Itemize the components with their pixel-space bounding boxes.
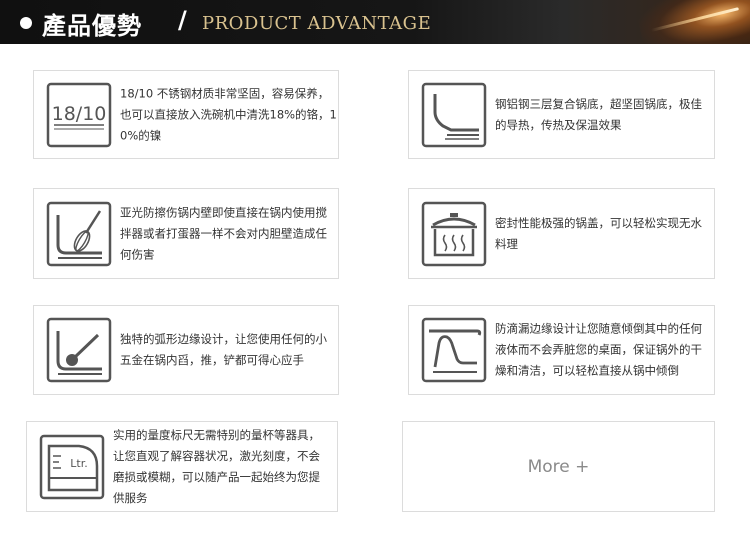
more-button[interactable]: More + xyxy=(402,421,715,512)
header-slash: / xyxy=(178,6,187,34)
header-title-en: PRODUCT ADVANTAGE xyxy=(202,13,432,34)
bullet-dot-icon xyxy=(20,17,32,29)
feature-text: 独特的弧形边缘设计，让您使用任何的小五金在锅内舀，推，铲都可得心应手 xyxy=(120,332,327,367)
whisk-in-pot-icon xyxy=(46,201,112,267)
feature-card-steel: 18/10 18/10 不锈钢材质非常坚固，容易保养，也可以直接放入洗碗机中清洗… xyxy=(33,70,339,159)
feature-text: 实用的量度标尺无需特别的量杯等器具，让您直观了解容器状况，激光刻度，不会磨损或模… xyxy=(113,427,320,505)
feature-card-measuring-scale: Ltr. 实用的量度标尺无需特别的量杯等器具，让您直观了解容器状况，激光刻度，不… xyxy=(26,421,338,512)
feature-text: 18/10 不锈钢材质非常坚固，容易保养，也可以直接放入洗碗机中清洗18%的铬，… xyxy=(120,86,337,142)
feature-card-three-layer-base: 钢铝钢三层复合锅底，超坚固锅底，极佳的导热，传热及保温效果 xyxy=(408,70,715,159)
feature-text: 密封性能极强的锅盖，可以轻松实现无水料理 xyxy=(495,215,702,251)
measuring-scale-icon: Ltr. xyxy=(39,434,105,500)
feature-text: 钢铝钢三层复合锅底，超坚固锅底，极佳的导热，传热及保温效果 xyxy=(495,96,702,132)
feature-card-scratch-resistant: 亚光防擦伤锅内壁即使直接在锅内使用搅拌器或者打蛋器一样不会对内胆壁造成任何伤害 xyxy=(33,188,339,279)
feature-card-drip-free-rim: 防滴漏边缘设计让您随意倾倒其中的任何液体而不会弄脏您的桌面，保证锅外的干燥和清洁… xyxy=(408,305,715,395)
icon-label-18-10: 18/10 xyxy=(52,103,107,125)
feature-text: 防滴漏边缘设计让您随意倾倒其中的任何液体而不会弄脏您的桌面，保证锅外的干燥和清洁… xyxy=(495,321,702,378)
feature-card-sealed-lid: 密封性能极强的锅盖，可以轻松实现无水料理 xyxy=(408,188,715,279)
header-title-cn: 產品優勢 xyxy=(42,12,142,40)
sealed-lid-icon xyxy=(421,201,487,267)
icon-label-ltr: Ltr. xyxy=(70,457,87,470)
header-light-flare xyxy=(635,0,750,44)
three-layer-base-icon xyxy=(421,82,487,148)
feature-card-curved-edge: 独特的弧形边缘设计，让您使用任何的小五金在锅内舀，推，铲都可得心应手 xyxy=(33,305,339,395)
feature-text: 亚光防擦伤锅内壁即使直接在锅内使用搅拌器或者打蛋器一样不会对内胆壁造成任何伤害 xyxy=(120,205,327,261)
section-header: 產品優勢 / PRODUCT ADVANTAGE xyxy=(0,0,750,44)
more-label[interactable]: More + xyxy=(403,422,714,511)
drip-free-rim-icon xyxy=(421,317,487,383)
18-10-steel-icon: 18/10 xyxy=(46,82,112,148)
spoon-curved-edge-icon xyxy=(46,317,112,383)
